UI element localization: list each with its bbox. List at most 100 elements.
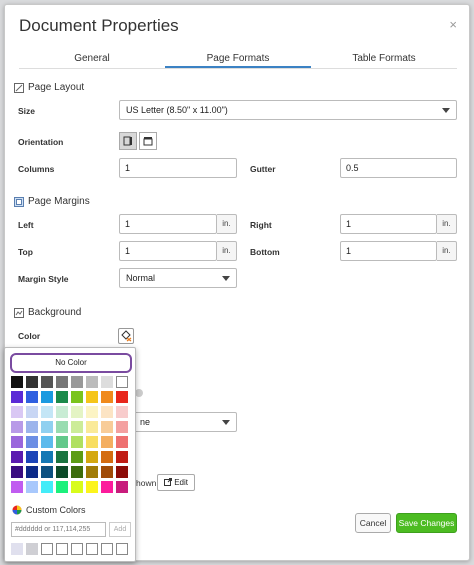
custom-color-slot[interactable] [86, 543, 98, 555]
color-swatch[interactable] [26, 451, 38, 463]
color-swatch[interactable] [56, 481, 68, 493]
color-swatch[interactable] [116, 451, 128, 463]
color-swatch[interactable] [41, 421, 53, 433]
color-swatch[interactable] [41, 391, 53, 403]
color-swatch[interactable] [86, 406, 98, 418]
left-margin-input[interactable]: 1 [119, 214, 217, 234]
color-swatch[interactable] [116, 406, 128, 418]
size-select[interactable]: US Letter (8.50" x 11.00") [119, 100, 457, 120]
color-swatch[interactable] [86, 451, 98, 463]
color-swatch[interactable] [86, 466, 98, 478]
background-pattern-select[interactable]: ne [119, 412, 237, 432]
color-swatch[interactable] [71, 421, 83, 433]
color-swatch[interactable] [116, 391, 128, 403]
color-swatch[interactable] [56, 451, 68, 463]
color-swatch[interactable] [11, 406, 23, 418]
custom-color-slot[interactable] [116, 543, 128, 555]
no-color-button[interactable]: No Color [10, 353, 132, 373]
cancel-button[interactable]: Cancel [355, 513, 391, 533]
color-swatch[interactable] [116, 421, 128, 433]
color-swatch[interactable] [101, 466, 113, 478]
right-margin-label: Right [250, 220, 272, 230]
color-swatch[interactable] [11, 376, 23, 388]
color-swatch[interactable] [11, 451, 23, 463]
color-swatch[interactable] [26, 466, 38, 478]
color-swatch[interactable] [26, 481, 38, 493]
color-swatch[interactable] [71, 451, 83, 463]
color-swatch[interactable] [41, 451, 53, 463]
save-changes-button[interactable]: Save Changes [396, 513, 457, 533]
color-swatch[interactable] [41, 466, 53, 478]
color-swatch[interactable] [11, 391, 23, 403]
close-icon[interactable]: × [449, 17, 457, 32]
color-swatch[interactable] [71, 466, 83, 478]
custom-color-input[interactable]: #dddddd or 117,114,255 [11, 522, 106, 537]
color-swatch[interactable] [101, 421, 113, 433]
color-swatch[interactable] [11, 421, 23, 433]
color-swatch[interactable] [71, 376, 83, 388]
color-swatch[interactable] [116, 376, 128, 388]
custom-color-slot[interactable] [26, 543, 38, 555]
color-swatch[interactable] [26, 406, 38, 418]
image-status-text: hown [136, 478, 157, 488]
edit-image-button[interactable]: Edit [157, 474, 195, 491]
columns-input[interactable]: 1 [119, 158, 237, 178]
color-swatch[interactable] [56, 466, 68, 478]
color-swatch[interactable] [101, 451, 113, 463]
add-custom-color-button[interactable]: Add [109, 522, 131, 537]
margin-style-select[interactable]: Normal [119, 268, 237, 288]
color-swatch[interactable] [26, 376, 38, 388]
custom-color-slot[interactable] [101, 543, 113, 555]
color-swatch[interactable] [56, 391, 68, 403]
color-swatch[interactable] [86, 481, 98, 493]
color-swatch[interactable] [56, 436, 68, 448]
slider-handle[interactable] [135, 389, 143, 397]
color-swatch[interactable] [41, 406, 53, 418]
color-swatch[interactable] [116, 466, 128, 478]
color-swatch[interactable] [101, 376, 113, 388]
custom-color-slot[interactable] [71, 543, 83, 555]
gutter-input[interactable]: 0.5 [340, 158, 457, 178]
color-swatch[interactable] [56, 376, 68, 388]
color-swatch[interactable] [71, 436, 83, 448]
color-swatch[interactable] [71, 391, 83, 403]
color-swatch[interactable] [86, 391, 98, 403]
right-margin-input[interactable]: 1 [340, 214, 437, 234]
chevron-down-icon [222, 276, 230, 281]
color-swatch[interactable] [101, 481, 113, 493]
color-swatch[interactable] [11, 466, 23, 478]
color-swatch[interactable] [101, 406, 113, 418]
color-swatch[interactable] [56, 421, 68, 433]
top-margin-input[interactable]: 1 [119, 241, 217, 261]
color-swatch[interactable] [101, 391, 113, 403]
color-swatch[interactable] [86, 436, 98, 448]
paint-bucket-icon [121, 330, 132, 342]
color-swatch[interactable] [11, 436, 23, 448]
color-swatch[interactable] [86, 421, 98, 433]
custom-color-slot[interactable] [11, 543, 23, 555]
color-swatch[interactable] [41, 376, 53, 388]
color-swatch[interactable] [26, 391, 38, 403]
tab-general[interactable]: General [19, 52, 165, 68]
color-swatch[interactable] [41, 481, 53, 493]
color-swatch[interactable] [101, 436, 113, 448]
color-swatch[interactable] [26, 421, 38, 433]
color-swatch[interactable] [116, 436, 128, 448]
color-swatch[interactable] [11, 481, 23, 493]
color-swatch[interactable] [116, 481, 128, 493]
color-swatch[interactable] [41, 436, 53, 448]
color-swatch[interactable] [56, 406, 68, 418]
portrait-orientation-button[interactable] [119, 132, 137, 150]
bottom-margin-input[interactable]: 1 [340, 241, 437, 261]
custom-color-slot[interactable] [41, 543, 53, 555]
tab-table-formats[interactable]: Table Formats [311, 52, 457, 68]
color-swatch[interactable] [71, 481, 83, 493]
gutter-label: Gutter [250, 164, 276, 174]
tab-page-formats[interactable]: Page Formats [165, 52, 311, 68]
custom-color-slot[interactable] [56, 543, 68, 555]
color-swatch[interactable] [71, 406, 83, 418]
background-color-button[interactable] [118, 328, 134, 344]
landscape-orientation-button[interactable] [139, 132, 157, 150]
color-swatch[interactable] [86, 376, 98, 388]
color-swatch[interactable] [26, 436, 38, 448]
